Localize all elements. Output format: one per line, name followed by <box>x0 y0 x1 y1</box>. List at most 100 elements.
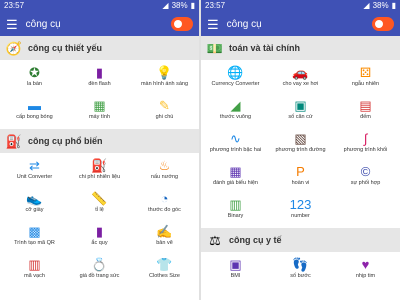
tool-label: mã vạch <box>24 273 45 279</box>
tool-item[interactable]: ▮ đèn flash <box>67 64 132 94</box>
tool-item[interactable]: © sự phối hợp <box>333 163 398 193</box>
barcode-icon: ▥ <box>28 257 41 272</box>
expression-icon: ▦ <box>229 164 242 179</box>
menu-icon[interactable]: ☰ <box>6 18 18 31</box>
tool-label: ghi chú <box>155 114 174 120</box>
status-right: ◢ 38% ▮ <box>363 0 396 12</box>
tool-item[interactable]: ▮ ắc quy <box>67 223 132 253</box>
tool-item[interactable]: ▣ BMI <box>203 256 268 286</box>
view-toggle-button[interactable] <box>372 17 394 31</box>
tool-label: nhịp tim <box>355 273 376 279</box>
binary-icon: ▥ <box>229 197 242 212</box>
menu-icon[interactable]: ☰ <box>207 18 219 31</box>
section-header: ⚖ công cụ y tế <box>201 228 400 252</box>
tool-label: nấu nướng <box>150 174 179 180</box>
tool-item[interactable]: 📏 tỉ lệ <box>67 190 132 220</box>
tool-item[interactable]: 🚗 cho vay xe hơi <box>268 64 333 94</box>
tool-grid: ⇄ Unit Converter ⛽ chi phí nhiên liệu ♨ nấu n… <box>0 153 199 288</box>
tool-item[interactable]: 👟 cỡ giày <box>2 190 67 220</box>
tool-item[interactable]: ▬ cấp bong bóng <box>2 97 67 127</box>
tool-item[interactable]: ◢ thước vuông <box>203 97 268 127</box>
bmi-icon: ▣ <box>229 257 242 272</box>
tool-label: Trình tạo mã QR <box>14 240 55 246</box>
tool-label: cỡ giày <box>25 207 44 213</box>
tool-item[interactable]: ♨ nấu nướng <box>132 157 197 187</box>
tool-item[interactable]: ⛽ chi phí nhiên liệu <box>67 157 132 187</box>
tool-item[interactable]: ▦ máy tính <box>67 97 132 127</box>
tool-item[interactable]: ✍ bản vẽ <box>132 223 197 253</box>
tool-item[interactable]: ▣ số căn cứ <box>268 97 333 127</box>
tool-label: số bước <box>290 273 311 279</box>
status-bar: 23:57 ◢ 38% ▮ <box>201 0 400 12</box>
tool-label: la bàn <box>27 81 42 87</box>
tool-label: đánh giá biểu hiện <box>213 180 258 186</box>
tool-label: chi phí nhiên liệu <box>78 174 121 180</box>
status-time: 23:57 <box>4 1 25 10</box>
tool-item[interactable]: 👣 số bước <box>268 256 333 286</box>
section-title: toán và tài chính <box>229 43 301 53</box>
car-loan-icon: 🚗 <box>292 65 309 80</box>
tool-item[interactable]: ⇄ Unit Converter <box>2 157 67 187</box>
tool-label: máy tính <box>88 114 111 120</box>
line-equation-icon: ▧ <box>294 131 307 146</box>
square-ruler-icon: ◢ <box>230 98 241 113</box>
tool-label: Binary <box>227 213 244 219</box>
tool-item[interactable]: ∿ phương trình bậc hai <box>203 130 268 160</box>
tool-label: hoàn vi <box>291 180 310 186</box>
view-toggle-button[interactable] <box>171 17 193 31</box>
tool-item[interactable]: ◔ thước đo góc <box>132 190 197 220</box>
clothes-icon: 👕 <box>156 257 173 272</box>
tool-label: number <box>291 213 310 219</box>
battery-icon: ▮ <box>190 1 195 10</box>
screens: 23:57 ◢ 38% ▮ ☰ công cụ 🧭 công cụ thiết yếu ✪ la … <box>0 0 400 300</box>
money-icon: 💵 <box>206 40 224 56</box>
tool-item[interactable]: 💡 màn hình ánh sáng <box>132 64 197 94</box>
app-bar: ☰ công cụ <box>0 12 199 36</box>
tool-label: đèn flash <box>88 81 111 87</box>
flashlight-icon: ▮ <box>95 65 104 80</box>
tool-label: bản vẽ <box>156 240 173 246</box>
fuel-cost-icon: ⛽ <box>91 158 108 173</box>
tool-label: màn hình ánh sáng <box>140 81 189 87</box>
tool-grid: 🌐 Currency Converter 🚗 cho vay xe hơi ⚄ ngẫu … <box>201 60 400 228</box>
tool-item[interactable]: ▤ đếm <box>333 97 398 127</box>
tool-item[interactable]: ✎ ghi chú <box>132 97 197 127</box>
app-title: công cụ <box>25 18 61 30</box>
tool-item[interactable]: ▦ đánh giá biểu hiện <box>203 163 268 193</box>
tool-label: tỉ lệ <box>95 207 104 213</box>
section-header: 🧭 công cụ thiết yếu <box>0 36 199 60</box>
scale-icon: ⚖ <box>209 232 221 248</box>
tool-item[interactable]: ♥ nhịp tim <box>333 256 398 286</box>
counter-icon: ▤ <box>359 98 372 113</box>
app-bar: ☰ công cụ <box>201 12 400 36</box>
tool-item[interactable]: 👕 Clothes Size <box>132 256 197 286</box>
battery-level: 38% <box>171 1 188 10</box>
section-header: 💵 toán và tài chính <box>201 36 400 60</box>
ruler-icon: 📏 <box>91 191 108 206</box>
tool-label: thước đo góc <box>148 207 181 213</box>
tool-item[interactable]: 123 number <box>268 196 333 226</box>
tool-item[interactable]: ▩ Trình tạo mã QR <box>2 223 67 253</box>
currency-icon: 🌐 <box>227 65 244 80</box>
tool-item[interactable]: ∫ phương trình khối <box>333 130 398 160</box>
light-bulb-icon: 💡 <box>156 65 173 80</box>
tool-item[interactable]: 🌐 Currency Converter <box>203 64 268 94</box>
tool-item[interactable]: ▥ mã vạch <box>2 256 67 286</box>
copyright-icon: © <box>360 164 371 179</box>
tool-item[interactable]: ✪ la bàn <box>2 64 67 94</box>
tool-item[interactable]: ▧ phương trình đường <box>268 130 333 160</box>
fuel-pump-icon: ⛽ <box>5 133 23 149</box>
tool-item[interactable]: 💍 giá đồ trang sức <box>67 256 132 286</box>
compass-icon: ✪ <box>29 65 40 80</box>
tool-item[interactable]: ▥ Binary <box>203 196 268 226</box>
steps-icon: 👣 <box>292 257 309 272</box>
heart-rate-icon: ♥ <box>361 257 370 272</box>
tool-item[interactable]: Phoàn vi <box>268 163 333 193</box>
battery-icon: ▮ <box>391 1 396 10</box>
bubble-level-icon: ▬ <box>28 98 41 113</box>
tool-item[interactable]: ⚄ ngẫu nhiên <box>333 64 398 94</box>
tool-label: giá đồ trang sức <box>79 273 120 279</box>
qr-code-icon: ▩ <box>28 224 41 239</box>
tool-label: đếm <box>360 114 371 120</box>
phone-screen-right: 23:57 ◢ 38% ▮ ☰ công cụ 💵 toán và tài chính 🌐 Cur… <box>201 0 400 300</box>
